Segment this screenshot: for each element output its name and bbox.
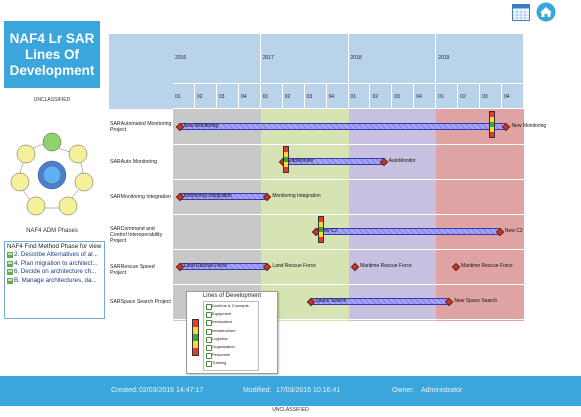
owner-label: Owner: <box>392 387 415 394</box>
modified-label: Modified: <box>243 387 272 394</box>
quarter-label: 03 <box>394 94 400 100</box>
bar-label: Space Search <box>315 298 347 304</box>
legend-item: Doctrine & Concepts <box>204 302 258 311</box>
row-divider <box>173 214 524 215</box>
phase-icon <box>7 269 13 276</box>
method-phase-list: NAF4 Find Method Phase for view 2. Descr… <box>4 241 105 319</box>
quarter-label: 03 <box>306 94 313 100</box>
quarter-label: 02 <box>460 94 466 100</box>
view-title-line-3: Development <box>9 62 95 78</box>
classification-footer: UNCLASSIFIED <box>272 407 309 413</box>
phase-icon <box>7 252 13 259</box>
list-item[interactable]: 6. Decide on architecture ch... <box>5 268 104 277</box>
legend-item: Logistics <box>204 335 258 343</box>
quarter-label: 01 <box>175 94 181 100</box>
quarter-label: 03 <box>218 94 225 100</box>
quarter-label: 04 <box>240 94 247 100</box>
quarter-label: 04 <box>328 94 335 100</box>
calendar-icon[interactable] <box>512 4 530 21</box>
bar-label: Monitoring Integration <box>183 193 232 199</box>
adm-phases-caption: NAF4 ADM Phases <box>26 228 78 234</box>
row-label: SARAutomated Monitoring Project <box>110 121 172 133</box>
roadmap-bar[interactable] <box>179 123 507 130</box>
bar-end-label: New Monitoring <box>511 123 547 129</box>
traffic-light-icon <box>488 111 495 138</box>
traffic-light-icon <box>317 216 324 243</box>
legend-item: Equipment <box>204 310 258 319</box>
bar-label: AutoMonitor <box>286 158 314 164</box>
created-label: Created: <box>111 387 138 394</box>
row-divider <box>173 144 524 145</box>
list-item-label: 6. Decide on architecture ch... <box>14 268 97 275</box>
list-item-label: 4. Plan migration to architect... <box>14 259 98 267</box>
bar-end-label: Land Rescue Force <box>272 263 316 269</box>
list-item[interactable]: B. Manage architectures, da... <box>5 277 104 286</box>
row-divider <box>173 284 524 285</box>
year-band <box>348 109 437 321</box>
phase-icon <box>7 260 13 267</box>
traffic-light-icon <box>282 146 289 173</box>
quarter-label: 04 <box>416 94 422 100</box>
row-label: SARCommand and Control Interoperability … <box>110 226 163 244</box>
year-band <box>173 109 261 321</box>
legend-item: Personnel <box>204 351 258 360</box>
quarter-label: 02 <box>284 94 291 100</box>
year-label: 2016 <box>175 55 187 61</box>
modified-value: 17/03/2016 10:16:41 <box>276 387 341 394</box>
owner-value: Administrator <box>421 387 463 394</box>
legend-item: Infrastructure <box>204 327 258 335</box>
quarter-label: 04 <box>504 94 510 100</box>
row-label: SARAuto Monitoring <box>110 159 157 165</box>
view-title: NAF4 Lr SAR Lines Of Development <box>4 21 100 88</box>
year-band <box>436 109 524 321</box>
milestone-label: Maritime Rescue Force <box>460 263 513 269</box>
milestone-label: Maritime Rescue Force <box>360 263 412 269</box>
quarter-label: 02 <box>372 94 378 100</box>
lines-of-development-timeline: 2016 2017 2018 2019 01 02 03 04 01 02 03 04 01 02 03 04… <box>109 34 546 321</box>
footer-bar: Created: 02/03/2016 14:47:17 Modified: 1… <box>0 376 581 406</box>
bar-end-label: AutoMonitor <box>388 158 416 164</box>
bar-end-label: Monitoring Integration <box>272 193 321 199</box>
view-title-line-2: Lines Of <box>24 46 79 62</box>
method-phase-list-title: NAF4 Find Method Phase for view <box>7 243 102 250</box>
timeline-header-corner <box>109 34 173 109</box>
lines-of-development-legend[interactable]: Lines of Development Doctrine & Concepts… <box>186 291 278 374</box>
created-value: 02/03/2016 14:47:17 <box>139 387 204 394</box>
home-icon[interactable] <box>536 2 556 22</box>
row-label: SARSpace Search Project <box>110 299 171 305</box>
list-item-label: B. Manage architectures, da... <box>14 276 97 284</box>
quarter-label: 02 <box>196 94 203 100</box>
list-item-label: 2. Describe Alternatives of ar... <box>14 251 98 258</box>
row-label: SARMonitoring Integration <box>110 194 171 200</box>
legend-title: Lines of Development <box>202 293 262 299</box>
bar-end-label: New C2 <box>504 228 523 234</box>
quarter-label: 03 <box>482 94 488 100</box>
phase-icon <box>7 277 13 284</box>
bar-label: New Monitoring <box>183 123 219 129</box>
classification-label: UNCLASSIFIED <box>33 97 71 103</box>
year-band <box>260 109 349 321</box>
list-item[interactable]: 4. Plan migration to architect... <box>5 260 104 269</box>
row-label: SARRescue Speed Project <box>110 264 155 276</box>
quarter-label: 01 <box>350 94 357 100</box>
legend-item: Information <box>204 318 258 327</box>
year-label: 2019 <box>438 55 450 61</box>
year-label: 2018 <box>350 55 362 61</box>
year-label: 2017 <box>262 55 274 61</box>
legend-item: Training <box>204 359 258 368</box>
roadmap-bar[interactable] <box>315 228 500 235</box>
quarter-label: 01 <box>438 94 444 100</box>
legend-item: Organisation <box>204 343 258 352</box>
row-divider <box>173 179 524 180</box>
bar-label: Land Rescue Force <box>183 263 228 269</box>
row-divider <box>173 249 524 250</box>
traffic-light-icon <box>192 319 199 356</box>
quarter-label: 01 <box>262 94 269 100</box>
list-item[interactable]: 2. Describe Alternatives of ar... <box>5 251 104 260</box>
bar-end-label: New Space Search <box>454 298 498 304</box>
view-title-line-1: NAF4 Lr SAR <box>9 30 95 46</box>
adm-phases-diagram[interactable] <box>6 128 98 220</box>
